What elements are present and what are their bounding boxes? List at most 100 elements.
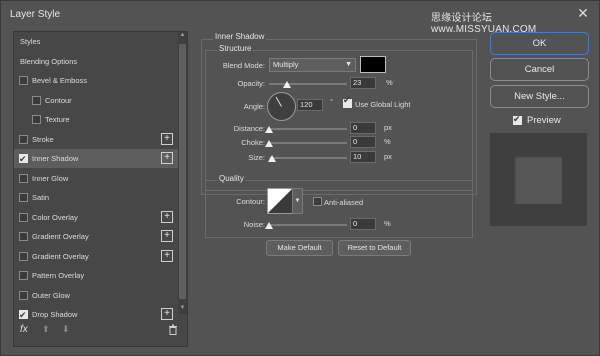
sidebar-item[interactable]: Contour (14, 91, 178, 110)
sidebar-item-checkbox[interactable] (19, 271, 28, 280)
add-effect-icon[interactable]: + (161, 152, 173, 164)
noise-slider-handle[interactable] (265, 222, 273, 229)
add-effect-icon[interactable]: + (161, 230, 173, 242)
sidebar-item-checkbox[interactable] (19, 251, 28, 261)
sidebar-item-label: Inner Glow (32, 173, 69, 183)
title-bar: Layer Style 思缘设计论坛 www.MISSYUAN.COM ✕ (1, 1, 599, 35)
sidebar-item[interactable]: Styles (14, 32, 178, 51)
sidebar-item[interactable]: Color Overlay + (14, 208, 178, 227)
sidebar-item-checkbox[interactable] (19, 173, 28, 183)
choke-unit: % (384, 137, 391, 146)
size-field[interactable]: 10 (350, 151, 376, 163)
distance-label: Distance: (233, 124, 265, 133)
sidebar-item-checkbox[interactable] (19, 290, 28, 300)
choke-slider-handle[interactable] (265, 140, 273, 147)
sidebar-item-checkbox[interactable] (19, 76, 28, 85)
contour-dropdown-icon[interactable]: ▼ (292, 188, 303, 214)
sidebar-item-checkbox[interactable] (19, 232, 28, 241)
arrow-down-icon[interactable]: ⬇ (62, 324, 70, 335)
new-style-button[interactable]: New Style... (490, 85, 589, 108)
size-slider-handle[interactable] (268, 155, 277, 162)
sidebar-item-label: Contour (45, 95, 72, 105)
choke-slider-track[interactable] (269, 142, 347, 144)
sidebar-item-checkbox[interactable] (19, 134, 28, 144)
blend-mode-label: Blend Mode: (222, 61, 265, 70)
sidebar-item-label: Inner Shadow (32, 154, 79, 163)
sidebar-item[interactable]: Texture (14, 110, 178, 129)
sidebar-item[interactable]: Blending Options (14, 52, 178, 71)
distance-slider-track[interactable] (269, 128, 347, 130)
fx-icon[interactable]: fx (20, 324, 28, 335)
shadow-color-swatch[interactable] (360, 56, 386, 73)
opacity-slider-handle[interactable] (282, 81, 291, 88)
ok-button[interactable]: OK (490, 32, 589, 55)
trash-icon[interactable] (168, 324, 178, 335)
sidebar-item[interactable]: Stroke + (14, 130, 178, 149)
add-effect-icon[interactable]: + (161, 249, 173, 262)
opacity-field[interactable]: 23 (350, 77, 376, 89)
opacity-unit: % (386, 78, 393, 87)
noise-label: Noise: (243, 220, 265, 229)
opacity-label: Opacity: (237, 79, 265, 88)
sidebar-item[interactable]: Inner Shadow + (14, 149, 178, 169)
size-slider-track[interactable] (269, 157, 347, 159)
distance-slider-handle[interactable] (265, 126, 273, 133)
choke-label: Choke: (241, 138, 265, 147)
cancel-button[interactable]: Cancel (490, 58, 589, 81)
arrow-up-icon[interactable]: ⬆ (42, 324, 50, 335)
sidebar-item-checkbox[interactable] (32, 95, 41, 105)
sidebar-item[interactable]: Gradient Overlay + (14, 227, 178, 246)
sidebar-item[interactable]: Bevel & Emboss (14, 71, 178, 90)
contour-label: Contour: (236, 197, 265, 206)
sidebar-item-label: Stroke (32, 134, 54, 144)
structure-title: Structure (217, 44, 254, 53)
use-global-light-label: Use Global Light (355, 100, 411, 109)
distance-field[interactable]: 0 (350, 122, 376, 134)
sidebar-item-label: Gradient Overlay (32, 232, 89, 241)
preview-checkbox[interactable] (513, 114, 522, 125)
layer-style-dialog: Layer Style 思缘设计论坛 www.MISSYUAN.COM ✕ St… (0, 0, 600, 356)
sidebar-item-label: Bevel & Emboss (32, 76, 88, 85)
angle-label: Angle: (243, 102, 265, 111)
sidebar-item-checkbox[interactable] (19, 212, 28, 222)
sidebar-item-label: Texture (45, 115, 70, 124)
sidebar-item-label: Styles (20, 37, 41, 46)
noise-field[interactable]: 0 (350, 218, 376, 230)
preview-label: Preview (527, 115, 561, 126)
choke-field[interactable]: 0 (350, 136, 376, 148)
scroll-up-icon[interactable]: ▲ (178, 32, 187, 41)
scroll-thumb[interactable] (179, 44, 186, 299)
add-effect-icon[interactable]: + (161, 210, 173, 223)
inner-shadow-panel: Inner Shadow Structure Blend Mode: Multi… (193, 31, 483, 261)
scroll-down-icon[interactable]: ▼ (178, 305, 187, 314)
sidebar-item[interactable]: Outer Glow (14, 286, 178, 305)
style-preview (490, 133, 587, 226)
opacity-slider-track[interactable] (269, 83, 347, 85)
sidebar-item[interactable]: Gradient Overlay + (14, 247, 178, 266)
angle-field[interactable]: 120 (297, 99, 323, 111)
add-effect-icon[interactable]: + (161, 132, 173, 145)
sidebar-scrollbar[interactable]: ▲ ▼ (178, 32, 187, 314)
sidebar-item[interactable]: Satin (14, 188, 178, 207)
noise-unit: % (384, 219, 391, 228)
sidebar-item[interactable]: Inner Glow (14, 169, 178, 188)
contour-preview[interactable] (267, 188, 293, 214)
sidebar-footer: fx ⬆ ⬇ (14, 314, 187, 346)
sidebar-item-checkbox[interactable] (19, 193, 28, 202)
blend-mode-value: Multiply (273, 60, 299, 69)
sidebar-item[interactable]: Pattern Overlay (14, 266, 178, 285)
anti-aliased-label: Anti-aliased (324, 198, 364, 207)
chevron-down-icon: ▼ (345, 61, 352, 68)
sidebar-item-checkbox[interactable] (32, 115, 41, 124)
use-global-light-checkbox[interactable] (343, 95, 352, 108)
size-label: Size: (248, 153, 265, 162)
close-icon[interactable]: ✕ (571, 4, 595, 23)
sidebar-item-label: Satin (32, 193, 50, 202)
reset-to-default-button[interactable]: Reset to Default (338, 240, 411, 256)
make-default-button[interactable]: Make Default (266, 240, 333, 256)
sidebar-item-checkbox[interactable] (19, 150, 28, 169)
anti-aliased-checkbox[interactable] (313, 197, 322, 206)
angle-dial[interactable] (267, 92, 296, 121)
blend-mode-select[interactable]: Multiply ▼ (269, 58, 356, 72)
noise-slider-track[interactable] (269, 224, 347, 226)
